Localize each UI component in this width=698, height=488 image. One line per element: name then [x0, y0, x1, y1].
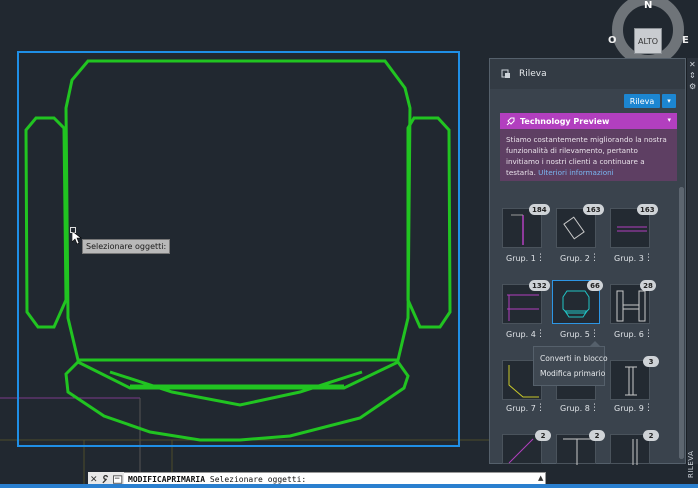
palette-close-icon[interactable]: ✕	[689, 60, 696, 69]
group-menu-icon[interactable]: ⋮	[644, 329, 653, 339]
group-menu-icon[interactable]: ⋮	[590, 403, 599, 413]
palette-side-strip: ✕ ⇕ ⚙ RILEVA	[686, 58, 698, 478]
group-count-badge: 3	[643, 356, 659, 367]
group-count-badge: 2	[589, 430, 605, 441]
palette-title: Rileva	[519, 69, 547, 79]
view-cube-top-face[interactable]: ALTO	[634, 28, 662, 54]
group-thumbnail-9[interactable]	[610, 360, 650, 400]
technology-preview-header[interactable]: Technology Preview ▾	[500, 113, 677, 129]
chair-left-armrest	[24, 116, 68, 329]
technology-preview-toggle[interactable]: ▾	[667, 116, 671, 124]
group-label: Grup. 4	[506, 330, 536, 339]
group-label: Grup. 8	[560, 404, 590, 413]
compass-west[interactable]: O	[608, 35, 617, 46]
command-prompt: Selezionare oggetti:	[209, 475, 307, 484]
chair-seat-outline	[64, 59, 412, 362]
chair-right-armrest	[406, 116, 452, 329]
active-command: MODIFICAPRIMARIA	[128, 475, 206, 484]
command-history-toggle[interactable]: ▲	[538, 474, 543, 482]
group-menu-icon[interactable]: ⋮	[590, 329, 599, 339]
palette-pin-icon[interactable]: ⇕	[689, 71, 696, 80]
cursor-tooltip: Selezionare oggetti:	[82, 239, 171, 254]
rocket-icon	[506, 117, 515, 125]
group-count-badge: 184	[529, 204, 550, 215]
cursor-arrow-icon	[72, 231, 82, 245]
compass-east[interactable]: E	[682, 35, 689, 46]
status-bar-edge	[0, 484, 698, 488]
group-label: Grup. 2	[560, 254, 590, 263]
group-menu-icon[interactable]: ⋮	[590, 253, 599, 263]
detect-icon	[501, 69, 510, 78]
group-label: Grup. 1	[506, 254, 536, 263]
palette-settings-icon[interactable]: ⚙	[689, 82, 696, 91]
group-label: Grup. 6	[614, 330, 644, 339]
group-menu-icon[interactable]: ⋮	[644, 253, 653, 263]
group-label: Grup. 5	[560, 330, 590, 339]
group-count-badge: 163	[637, 204, 658, 215]
group-count-badge: 2	[643, 430, 659, 441]
group-count-badge: 2	[535, 430, 551, 441]
group-count-badge: 28	[640, 280, 656, 291]
group-thumbnail-8[interactable]	[556, 384, 596, 400]
group-label: Grup. 3	[614, 254, 644, 263]
group-menu-icon[interactable]: ⋮	[536, 329, 545, 339]
group-label: Grup. 9	[614, 404, 644, 413]
rileva-dropdown-button[interactable]: ▾	[662, 94, 676, 108]
group-context-menu: Converti in blocco Modifica primario	[533, 346, 608, 386]
more-info-link[interactable]: Ulteriori informazioni	[538, 168, 614, 177]
palette-scrollbar[interactable]	[679, 187, 684, 459]
menu-item-convert-to-block[interactable]: Converti in blocco	[534, 351, 608, 366]
view-cube[interactable]: ALTO N O E	[604, 0, 692, 66]
rileva-button[interactable]: Rileva	[624, 94, 660, 108]
group-count-badge: 163	[583, 204, 604, 215]
group-label: Grup. 7	[506, 404, 536, 413]
group-count-badge: 132	[529, 280, 550, 291]
technology-preview-title: Technology Preview	[520, 116, 610, 126]
compass-north[interactable]: N	[644, 0, 652, 11]
technology-preview-message: Stiamo costantemente migliorando la nost…	[500, 129, 677, 181]
drawing-window: Selezionare oggetti: ALTO N O E ✕ ⇕ ⚙ RI…	[0, 0, 698, 488]
group-menu-icon[interactable]: ⋮	[536, 253, 545, 263]
palette-header: Rileva	[490, 59, 685, 89]
group-count-badge: 66	[587, 280, 603, 291]
group-menu-icon[interactable]: ⋮	[536, 403, 545, 413]
menu-item-edit-primary[interactable]: Modifica primario	[534, 366, 605, 381]
palette-vertical-label: RILEVA	[687, 450, 695, 478]
palette-scroll-thumb[interactable]	[679, 187, 684, 459]
group-menu-icon[interactable]: ⋮	[644, 403, 653, 413]
command-line-text: MODIFICAPRIMARIA Selezionare oggetti:	[128, 475, 306, 484]
